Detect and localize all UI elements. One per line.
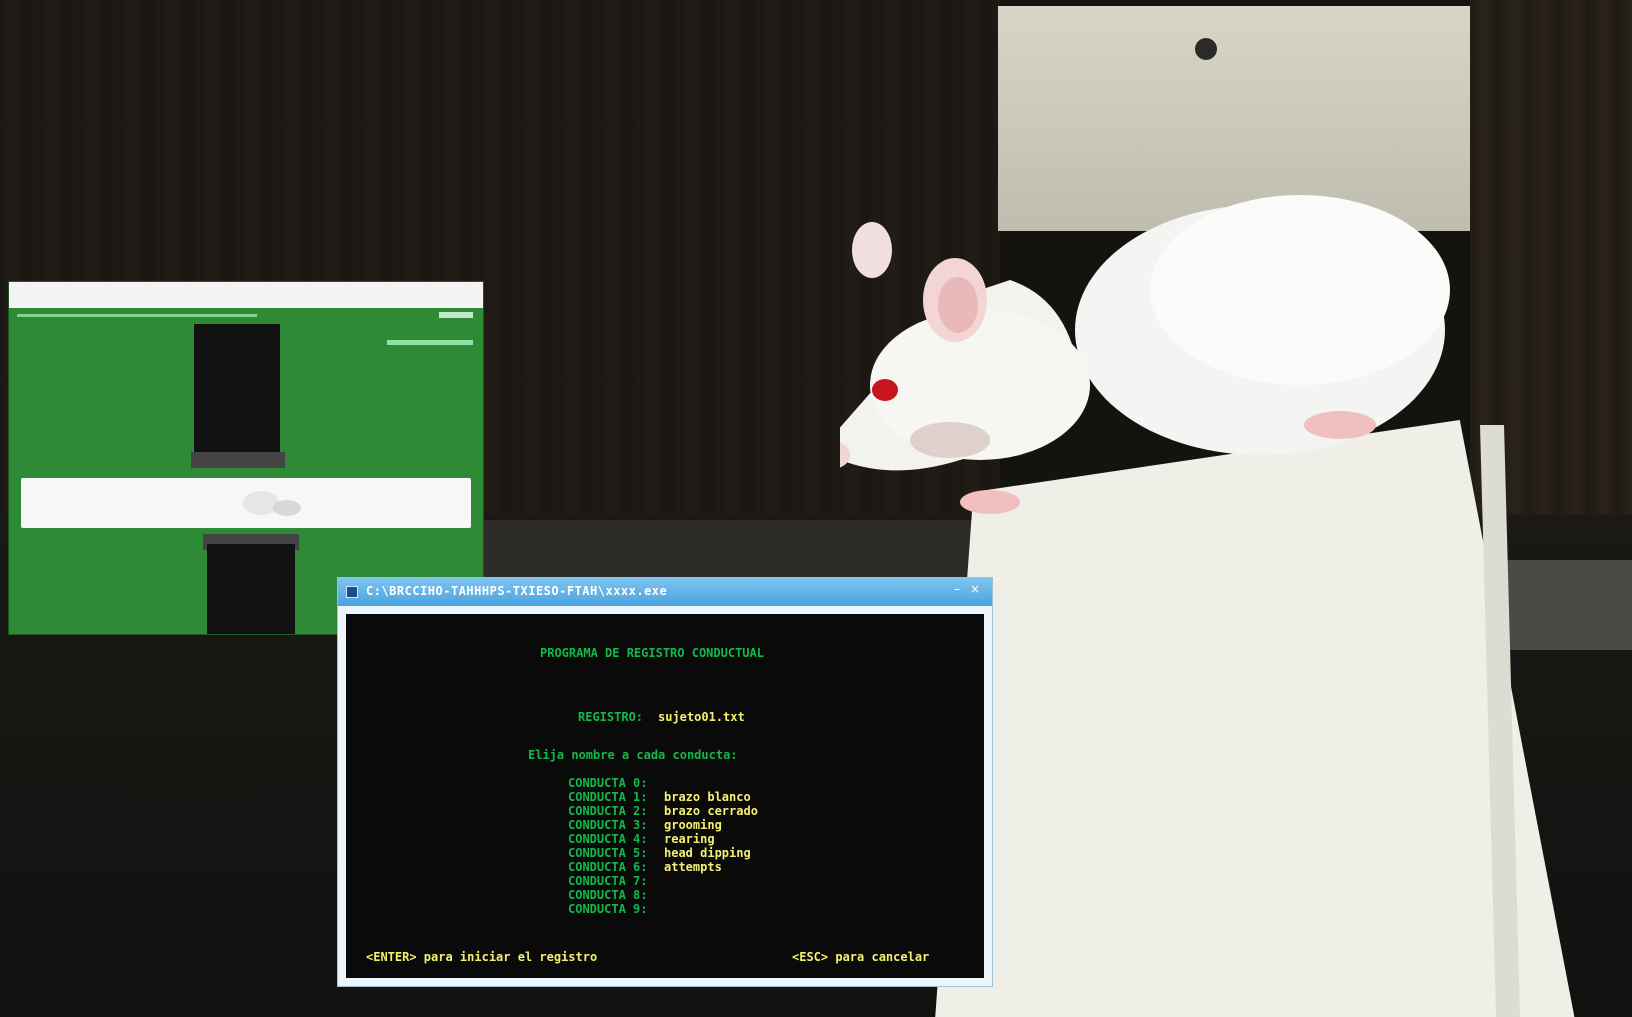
file-label: REGISTRO: — [578, 710, 644, 724]
tracker-titlebar — [9, 282, 483, 308]
tracker-timer-bar — [387, 340, 473, 345]
maze-closed-arm-top — [194, 324, 280, 464]
behavior-code: CONDUCTA 0: — [568, 776, 648, 790]
behavior-code: CONDUCTA 9: — [568, 902, 648, 916]
console-app-icon — [346, 586, 358, 598]
file-value: sujeto01.txt — [658, 710, 745, 724]
white-rat — [840, 195, 1450, 514]
footer-cancel-hint: <ESC> para cancelar — [792, 950, 930, 964]
behavior-code: CONDUCTA 7: — [568, 874, 648, 888]
behavior-name: rearing — [664, 832, 715, 846]
behavior-name: grooming — [664, 818, 722, 832]
rat-thumbnail — [243, 491, 301, 516]
behavior-code: CONDUCTA 6: — [568, 860, 648, 874]
behavior-code: CONDUCTA 8: — [568, 888, 648, 902]
behavior-code: CONDUCTA 1: — [568, 790, 648, 804]
console-window[interactable]: C:\BRCCIHO-TAHHHPS-TXIESO-FTAH\xxxx.exe … — [338, 578, 992, 986]
close-icon[interactable]: × — [968, 582, 982, 600]
behavior-name: head dipping — [664, 846, 751, 860]
tracker-status-indicator — [439, 312, 473, 318]
console-title: C:\BRCCIHO-TAHHHPS-TXIESO-FTAH\xxxx.exe — [366, 584, 668, 598]
behavior-name: brazo cerrado — [664, 804, 758, 818]
behavior-code: CONDUCTA 5: — [568, 846, 648, 860]
photo-scene: C:\BRCCIHO-TAHHHPS-TXIESO-FTAH\xxxx.exe … — [0, 0, 1632, 1017]
footer-start-hint: <ENTER> para iniciar el registro — [366, 950, 598, 964]
behavior-code: CONDUCTA 4: — [568, 832, 648, 846]
behavior-code: CONDUCTA 3: — [568, 818, 648, 832]
program-heading: PROGRAMA DE REGISTRO CONDUCTUAL — [540, 646, 764, 660]
maze-closed-arm-bottom — [207, 544, 295, 634]
behavior-name: attempts — [664, 860, 722, 874]
console-titlebar[interactable]: C:\BRCCIHO-TAHHHPS-TXIESO-FTAH\xxxx.exe … — [338, 578, 992, 606]
wall-hole — [1195, 38, 1217, 60]
behavior-name: brazo blanco — [664, 790, 751, 804]
behavior-code: CONDUCTA 2: — [568, 804, 648, 818]
console-screen[interactable]: PROGRAMA DE REGISTRO CONDUCTUAL REGISTRO… — [346, 614, 984, 978]
behavior-prompt: Elija nombre a cada conducta: — [528, 748, 738, 762]
minimize-icon[interactable]: – — [950, 582, 964, 600]
tracker-progress-bar — [17, 314, 257, 317]
maze-arm-top-cap — [191, 452, 285, 468]
